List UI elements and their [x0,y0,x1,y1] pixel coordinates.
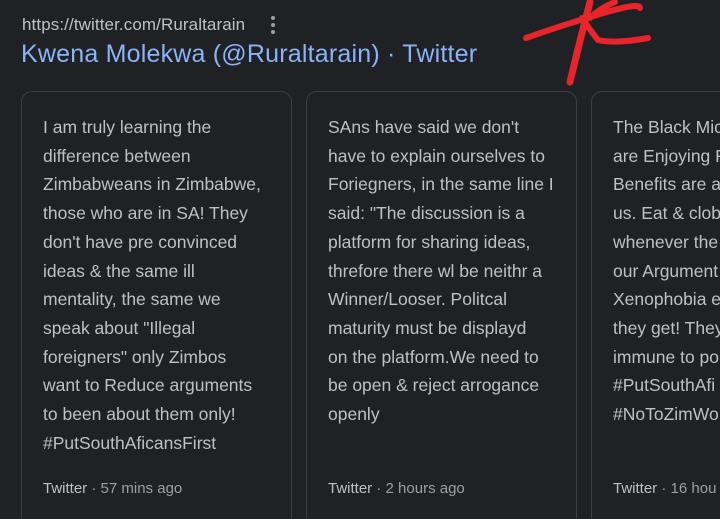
separator: · [372,480,386,497]
result-url-row: https://twitter.com/Ruraltarain [22,12,281,38]
tweet-card[interactable]: The Black Mic are Enjoying F Benefits ar… [591,91,720,519]
red-scribble-annotation [523,0,651,86]
tweet-time: 2 hours ago [385,480,465,497]
tweet-source: Twitter [328,480,373,497]
dot [271,30,276,34]
result-title-link[interactable]: Kwena Molekwa (@Ruraltarain) · Twitter [21,40,477,69]
separator: · [87,480,101,497]
tweet-time: 16 hou [670,480,717,497]
result-url[interactable]: https://twitter.com/Ruraltarain [22,15,245,35]
tweet-card[interactable]: SAns have said we don't have to explain … [306,91,577,519]
more-options-icon[interactable] [265,14,281,36]
tweet-text: I am truly learning the difference betwe… [43,117,261,453]
tweet-footer: Twitter · 57 mins ago [43,480,182,497]
dot [271,23,276,27]
tweet-text: SAns have said we don't have to explain … [328,117,554,425]
dot [271,16,276,20]
separator: · [657,480,671,497]
tweet-footer: Twitter · 16 hou [613,480,716,497]
tweet-source: Twitter [43,480,88,497]
tweet-text: The Black Mic are Enjoying F Benefits ar… [613,117,720,425]
search-result: https://twitter.com/Ruraltarain Kwena Mo… [0,0,720,519]
tweet-source: Twitter [613,480,658,497]
tweet-footer: Twitter · 2 hours ago [328,480,465,497]
tweet-card[interactable]: I am truly learning the difference betwe… [21,91,292,519]
tweet-time: 57 mins ago [100,480,183,497]
